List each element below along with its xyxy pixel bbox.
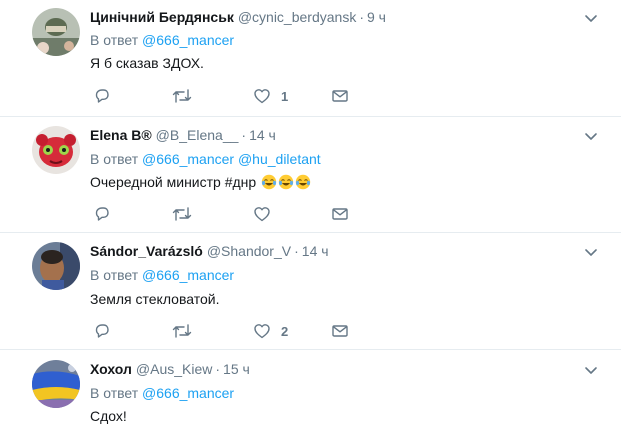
retweet-icon <box>172 324 192 338</box>
user-handle[interactable]: @Shandor_V <box>207 243 291 259</box>
chevron-down-icon[interactable] <box>583 244 599 260</box>
retweet-button[interactable] <box>172 86 192 106</box>
face-with-tears-of-joy-emoji <box>295 174 311 190</box>
timestamp[interactable]: 15 ч <box>223 361 250 377</box>
display-name[interactable]: Хохол <box>90 361 132 377</box>
retweet-button[interactable] <box>172 204 192 224</box>
dm-button[interactable] <box>331 204 349 224</box>
reply-icon <box>95 89 109 103</box>
tweet[interactable]: Sándor_Varázsló @Shandor_V · 14 ч В ответ @… <box>0 233 621 350</box>
chevron-down-icon[interactable] <box>583 128 599 144</box>
face-with-tears-of-joy-emoji <box>261 174 277 190</box>
reply-mention[interactable]: @666_mancer <box>142 32 234 48</box>
timestamp[interactable]: 14 ч <box>302 243 329 259</box>
reply-mention[interactable]: @666_mancer <box>142 385 234 401</box>
emoji-group <box>260 174 311 190</box>
envelope-icon <box>332 90 348 102</box>
dm-button[interactable] <box>331 86 349 106</box>
retweet-button[interactable] <box>172 321 192 341</box>
avatar[interactable] <box>32 126 80 174</box>
like-button[interactable]: 1 <box>253 86 288 106</box>
reply-button[interactable] <box>93 86 111 106</box>
heart-icon <box>254 89 270 104</box>
envelope-icon <box>332 208 348 220</box>
user-handle[interactable]: @B_Elena__ <box>156 127 239 143</box>
reply-context: В ответ @666_mancer <box>90 31 234 49</box>
like-button[interactable]: 2 <box>253 321 288 341</box>
like-count: 1 <box>281 88 289 104</box>
reply-mention[interactable]: @hu_diletant <box>238 151 321 167</box>
tweet-header: Elena B® @B_Elena__ · 14 ч <box>90 126 276 144</box>
like-button[interactable] <box>253 204 281 224</box>
tweet-text: Я б сказав ЗДОХ. <box>90 55 204 71</box>
separator-dot: · <box>294 243 299 259</box>
tweet-actions <box>90 204 390 224</box>
tweet[interactable]: Elena B® @B_Elena__ · 14 ч В ответ @666_man… <box>0 117 621 233</box>
display-name[interactable]: Цинічний Бердянськ <box>90 9 234 25</box>
face-with-tears-of-joy-emoji <box>278 174 294 190</box>
separator-dot: · <box>215 361 221 377</box>
tweet-actions: 2 <box>90 321 390 341</box>
reply-mention[interactable]: @666_mancer <box>142 151 234 167</box>
separator-dot: · <box>241 127 247 143</box>
reply-prefix: В ответ <box>90 32 139 48</box>
tweet[interactable]: Цинічний Бердянськ @cynic_berdyansk · 9 ч В… <box>0 0 621 117</box>
like-count: 2 <box>281 323 289 339</box>
avatar[interactable] <box>32 8 80 56</box>
reply-context: В ответ @666_mancer @hu_diletant <box>90 150 321 168</box>
envelope-icon <box>332 325 348 337</box>
heart-icon <box>254 207 270 222</box>
reply-context: В ответ @666_mancer <box>90 384 234 402</box>
separator-dot: · <box>359 9 364 25</box>
tweet-text: Очередной министр #днр <box>90 172 311 192</box>
chevron-down-icon[interactable] <box>583 362 599 378</box>
avatar[interactable] <box>32 242 80 290</box>
display-name[interactable]: Elena B® <box>90 127 152 143</box>
reply-context: В ответ @666_mancer <box>90 266 234 284</box>
retweet-icon <box>172 89 192 103</box>
reply-prefix: В ответ <box>90 151 139 167</box>
reply-mention[interactable]: @666_mancer <box>142 267 234 283</box>
dm-button[interactable] <box>331 321 349 341</box>
timestamp[interactable]: 14 ч <box>249 127 276 143</box>
reply-button[interactable] <box>93 204 111 224</box>
tweet-actions: 1 <box>90 86 390 106</box>
chevron-down-icon[interactable] <box>583 10 599 26</box>
display-name[interactable]: Sándor_Varázsló <box>90 243 203 259</box>
tweet-header: Хохол @Aus_Kiew · 15 ч <box>90 360 250 378</box>
tweet[interactable]: Хохол @Aus_Kiew · 15 ч В ответ @666_mancer … <box>0 350 621 430</box>
reply-feed: Цинічний Бердянськ @cynic_berdyansk · 9 ч В… <box>0 0 621 430</box>
avatar[interactable] <box>32 360 80 408</box>
tweet-header: Цинічний Бердянськ @cynic_berdyansk · 9 ч <box>90 8 386 26</box>
tweet-header: Sándor_Varázsló @Shandor_V · 14 ч <box>90 242 329 260</box>
reply-prefix: В ответ <box>90 385 139 401</box>
tweet-text: Сдох! <box>90 408 127 424</box>
reply-prefix: В ответ <box>90 267 139 283</box>
tweet-text-content: Очередной министр #днр <box>90 174 257 190</box>
user-handle[interactable]: @cynic_berdyansk <box>238 9 357 25</box>
heart-icon <box>254 324 270 339</box>
retweet-icon <box>172 207 192 221</box>
tweet-text: Земля стекловатой. <box>90 291 220 307</box>
user-handle[interactable]: @Aus_Kiew <box>136 361 212 377</box>
reply-icon <box>95 324 109 338</box>
timestamp[interactable]: 9 ч <box>367 9 386 25</box>
reply-button[interactable] <box>93 321 111 341</box>
reply-icon <box>95 207 109 221</box>
